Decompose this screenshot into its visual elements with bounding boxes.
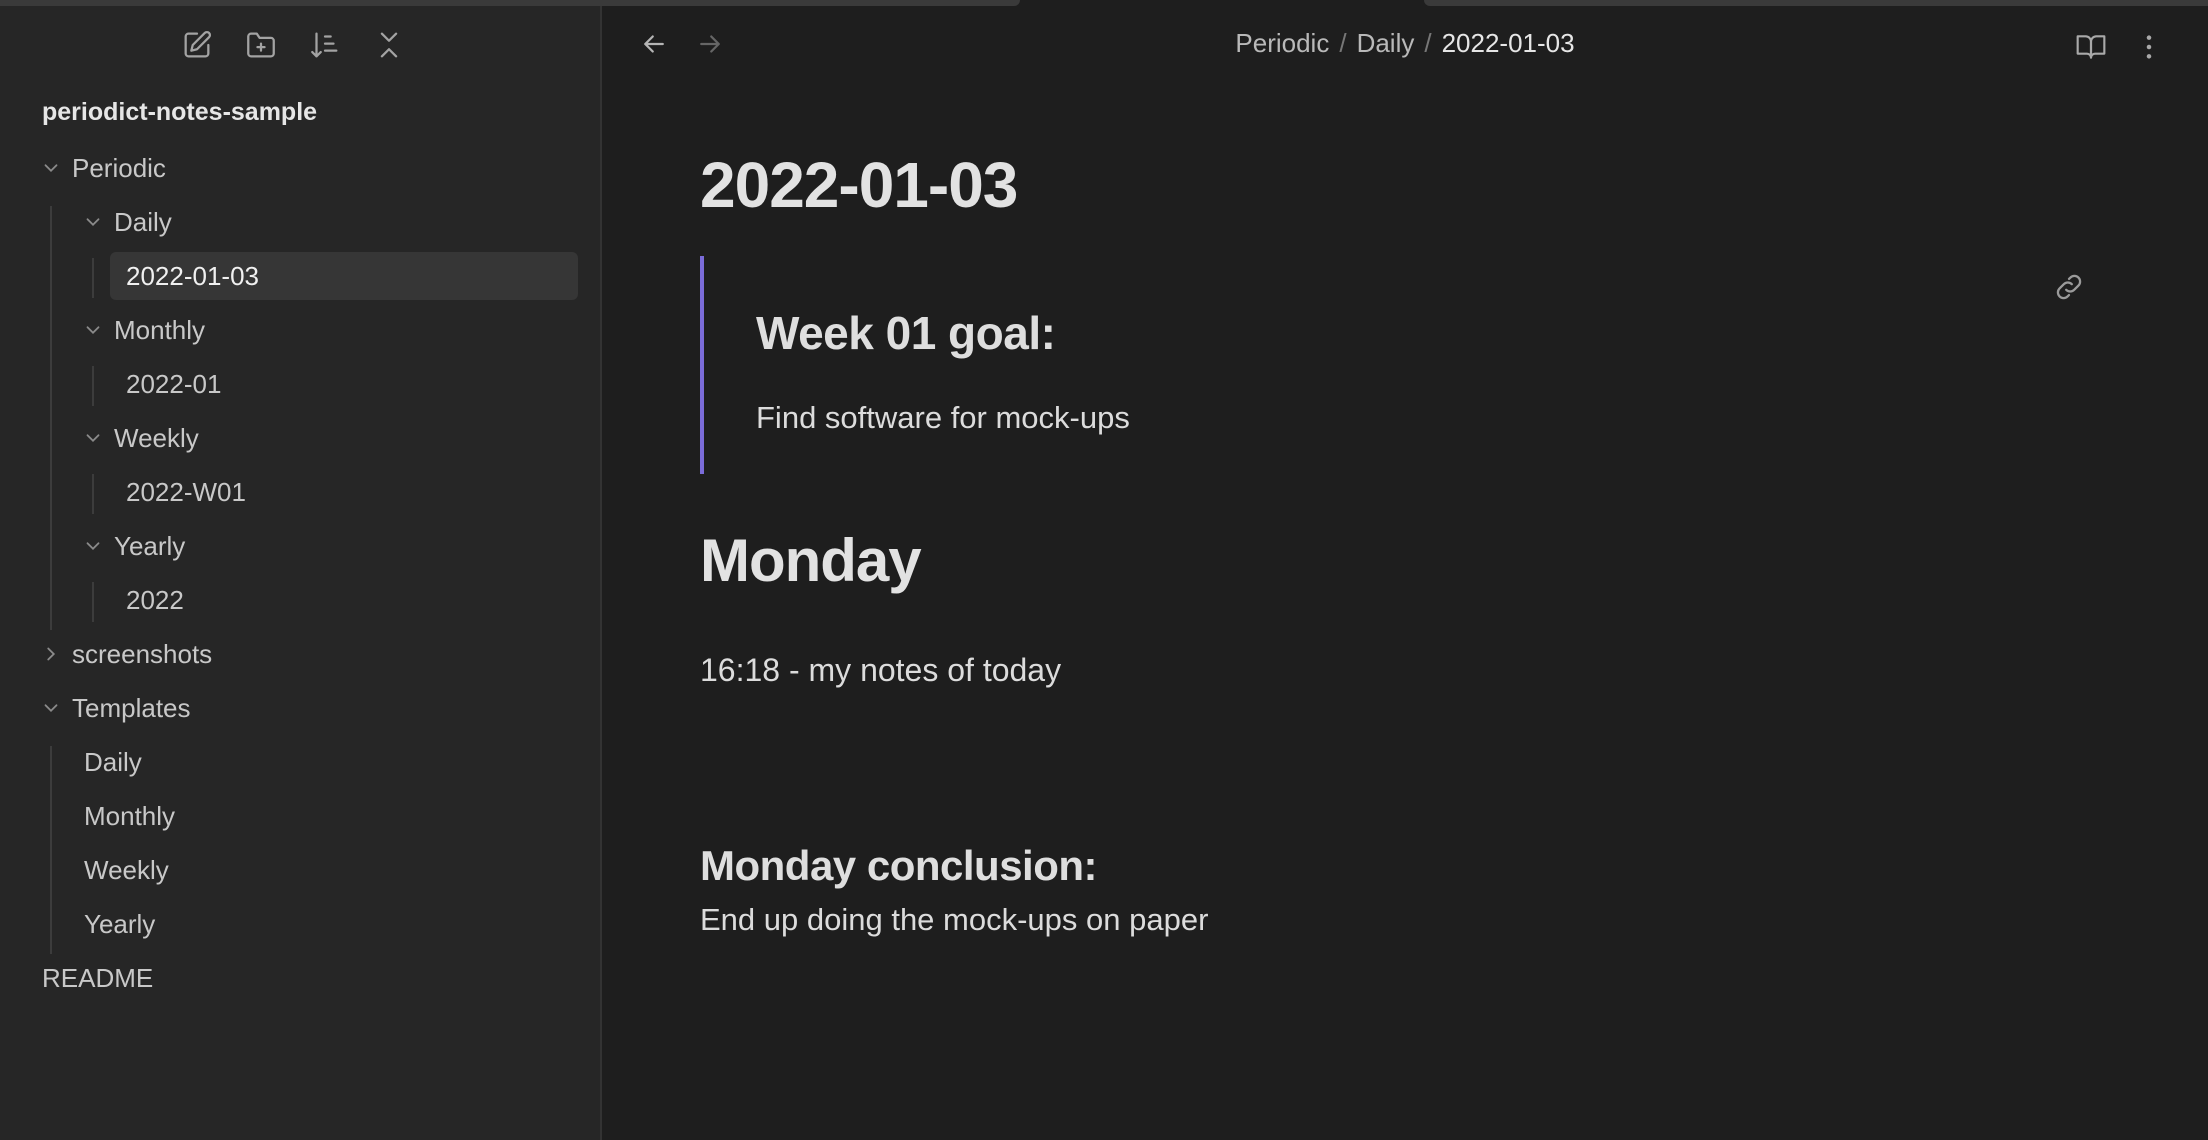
file-2022-01-03[interactable]: 2022-01-03	[126, 252, 259, 300]
folder-weekly[interactable]: Weekly	[82, 414, 199, 462]
folder-label: Daily	[114, 206, 172, 237]
breadcrumb-separator: /	[1424, 28, 1432, 58]
file-label: 2022-W01	[126, 476, 246, 507]
chevron-down-icon	[40, 157, 62, 179]
note-title: 2022-01-03	[700, 149, 1018, 221]
file-label: Monthly	[84, 800, 176, 831]
callout-text: Find software for mock-ups	[756, 400, 1130, 435]
book-open-icon	[2076, 35, 2106, 59]
editor-header: Periodic / Daily / 2022-01-03	[602, 6, 2208, 82]
more-vertical-icon	[2146, 35, 2152, 59]
file-template-monthly[interactable]: Monthly	[84, 792, 175, 840]
tree-guide-monthly	[92, 366, 94, 406]
folder-templates[interactable]: Templates	[40, 684, 191, 732]
link-icon	[2056, 274, 2082, 300]
folder-periodic[interactable]: Periodic	[40, 144, 166, 192]
folder-monthly[interactable]: Monthly	[82, 306, 205, 354]
breadcrumb: Periodic / Daily / 2022-01-03	[602, 28, 2208, 59]
file-2022-w01[interactable]: 2022-W01	[126, 468, 246, 516]
collapse-all-button[interactable]	[372, 28, 406, 62]
reading-view-button[interactable]	[2074, 30, 2108, 64]
new-note-icon	[184, 30, 212, 58]
folder-yearly[interactable]: Yearly	[82, 522, 185, 570]
file-template-daily[interactable]: Daily	[84, 738, 142, 786]
breadcrumb-current-file[interactable]: 2022-01-03	[1442, 28, 1575, 58]
heading-conclusion: Monday conclusion:	[700, 842, 1098, 889]
vault-name[interactable]: periodict-notes-sample	[42, 98, 317, 127]
notes-paragraph: 16:18 - my notes of today	[700, 652, 1062, 688]
conclusion-paragraph: End up doing the mock-ups on paper	[700, 902, 1209, 937]
new-folder-icon	[247, 32, 275, 58]
new-note-button[interactable]	[180, 28, 214, 62]
heading-monday: Monday	[700, 527, 922, 594]
more-options-button[interactable]	[2132, 30, 2166, 64]
file-explorer-sidebar: periodict-notes-sample Periodic Daily 20…	[0, 6, 602, 1140]
file-readme[interactable]: README	[42, 954, 153, 1002]
sort-icon	[311, 32, 338, 58]
folder-label: Yearly	[114, 530, 186, 561]
tree-guide-periodic	[50, 206, 52, 630]
file-label: Yearly	[84, 908, 156, 939]
file-2022[interactable]: 2022	[126, 576, 184, 624]
tree-guide-daily	[92, 258, 94, 298]
folder-label: Periodic	[72, 152, 166, 183]
folder-screenshots[interactable]: screenshots	[40, 630, 212, 678]
file-template-weekly[interactable]: Weekly	[84, 846, 169, 894]
chevron-right-icon	[40, 643, 62, 665]
file-label: 2022-01-03	[126, 260, 259, 291]
new-folder-button[interactable]	[244, 28, 278, 62]
folder-label: Monthly	[114, 314, 206, 345]
tree-guide-weekly	[92, 474, 94, 514]
file-2022-01[interactable]: 2022-01	[126, 360, 221, 408]
chevron-down-icon	[82, 211, 104, 233]
chevron-down-icon	[82, 427, 104, 449]
folder-daily[interactable]: Daily	[82, 198, 172, 246]
tree-guide-yearly	[92, 582, 94, 622]
chevron-down-icon	[40, 697, 62, 719]
folder-label: Templates	[72, 692, 191, 723]
open-link-button[interactable]	[2052, 270, 2086, 304]
chevron-down-icon	[82, 319, 104, 341]
sort-button[interactable]	[308, 28, 342, 62]
callout-heading: Week 01 goal:	[756, 307, 1056, 359]
file-template-yearly[interactable]: Yearly	[84, 900, 155, 948]
breadcrumb-daily[interactable]: Daily	[1357, 28, 1415, 58]
file-label: Daily	[84, 746, 142, 777]
embedded-note-callout: Week 01 goal: Find software for mock-ups	[700, 256, 2104, 474]
breadcrumb-periodic[interactable]: Periodic	[1235, 28, 1329, 58]
explorer-toolbar	[180, 28, 406, 62]
file-label: README	[42, 962, 154, 993]
folder-label: Weekly	[114, 422, 199, 453]
folder-label: screenshots	[72, 638, 213, 669]
file-label: 2022	[126, 584, 184, 615]
chevron-down-icon	[82, 535, 104, 557]
tree-guide-templates	[50, 746, 52, 954]
file-label: Weekly	[84, 854, 169, 885]
breadcrumb-separator: /	[1339, 28, 1347, 58]
collapse-all-icon	[380, 32, 398, 58]
file-label: 2022-01	[126, 368, 222, 399]
